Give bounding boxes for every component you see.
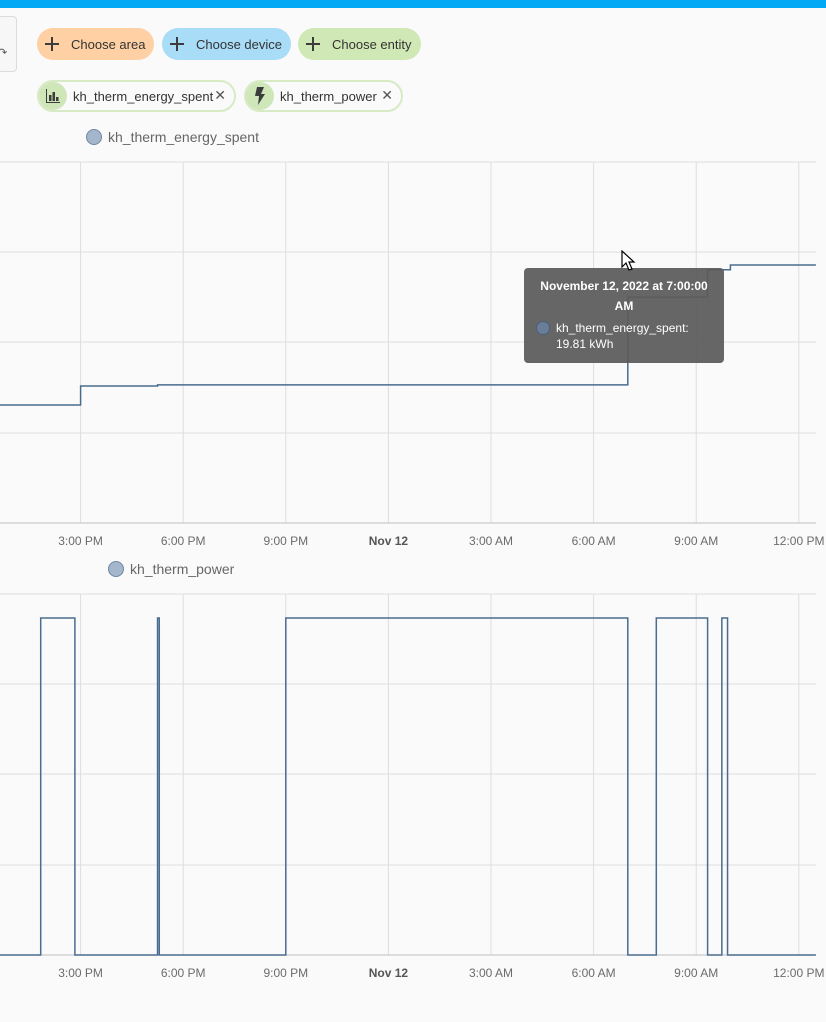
tooltip-dot bbox=[536, 321, 550, 335]
x-tick-label: 3:00 AM bbox=[469, 966, 513, 980]
x-tick-label: 6:00 PM bbox=[161, 534, 206, 548]
remove-entity-power-icon[interactable]: ✕ bbox=[381, 88, 393, 104]
partial-icon: ↷ bbox=[0, 46, 8, 59]
plus-icon bbox=[45, 37, 59, 51]
x-tick-label: 3:00 PM bbox=[58, 534, 103, 548]
chart-tooltip: November 12, 2022 at 7:00:00 AM kh_therm… bbox=[524, 268, 724, 363]
flash-icon bbox=[246, 82, 274, 110]
x-tick-label: 3:00 AM bbox=[469, 534, 513, 548]
tooltip-series: kh_therm_energy_spent: bbox=[556, 321, 689, 335]
entity-chip-label: kh_therm_energy_spent bbox=[73, 88, 214, 104]
chart-bar-icon bbox=[39, 82, 67, 110]
legend-power[interactable]: kh_therm_power bbox=[108, 561, 234, 577]
tooltip-text: kh_therm_energy_spent: 19.81 kWh bbox=[556, 320, 689, 352]
legend-dot bbox=[108, 561, 124, 577]
x-tick-label: 6:00 PM bbox=[161, 966, 206, 980]
x-tick-label: 12:00 PM bbox=[773, 534, 824, 548]
choose-entity-label: Choose entity bbox=[332, 36, 412, 52]
plus-icon bbox=[170, 37, 184, 51]
top-app-bar bbox=[0, 0, 826, 8]
mouse-cursor-icon bbox=[621, 250, 636, 271]
x-tick-label: Nov 12 bbox=[369, 966, 409, 980]
entity-chip-power[interactable]: kh_therm_power ✕ bbox=[244, 80, 403, 112]
entity-chip-energy[interactable]: kh_therm_energy_spent ✕ bbox=[37, 80, 236, 112]
plus-icon bbox=[306, 37, 320, 51]
partial-side-button[interactable]: ↷ bbox=[0, 16, 17, 72]
x-tick-label: 9:00 AM bbox=[674, 966, 718, 980]
power-chart[interactable]: M3:00 PM6:00 PM9:00 PMNov 123:00 AM6:00 … bbox=[0, 582, 826, 987]
remove-entity-energy-icon[interactable]: ✕ bbox=[214, 88, 226, 104]
x-tick-label: 3:00 PM bbox=[58, 966, 103, 980]
x-tick-label: 6:00 AM bbox=[572, 534, 616, 548]
tooltip-value: 19.81 kWh bbox=[556, 337, 614, 351]
legend-energy[interactable]: kh_therm_energy_spent bbox=[86, 129, 259, 145]
series-line bbox=[0, 617, 816, 956]
x-tick-label: 9:00 PM bbox=[263, 966, 308, 980]
x-tick-label: 9:00 AM bbox=[674, 534, 718, 548]
legend-dot bbox=[86, 129, 102, 145]
x-tick-label: 6:00 AM bbox=[572, 966, 616, 980]
entity-chip-label: kh_therm_power bbox=[280, 88, 377, 104]
legend-label: kh_therm_energy_spent bbox=[108, 129, 259, 145]
choose-area-label: Choose area bbox=[71, 36, 146, 52]
tooltip-row: kh_therm_energy_spent: 19.81 kWh bbox=[536, 320, 689, 352]
choose-entity-button[interactable]: Choose entity bbox=[298, 28, 421, 60]
choose-device-button[interactable]: Choose device bbox=[162, 28, 291, 60]
legend-label: kh_therm_power bbox=[130, 561, 235, 577]
choose-device-label: Choose device bbox=[196, 36, 282, 52]
tooltip-title: November 12, 2022 at 7:00:00 AM bbox=[540, 279, 708, 313]
x-tick-label: 12:00 PM bbox=[773, 966, 824, 980]
x-tick-label: Nov 12 bbox=[369, 534, 409, 548]
choose-area-button[interactable]: Choose area bbox=[37, 28, 154, 60]
x-tick-label: 9:00 PM bbox=[263, 534, 308, 548]
